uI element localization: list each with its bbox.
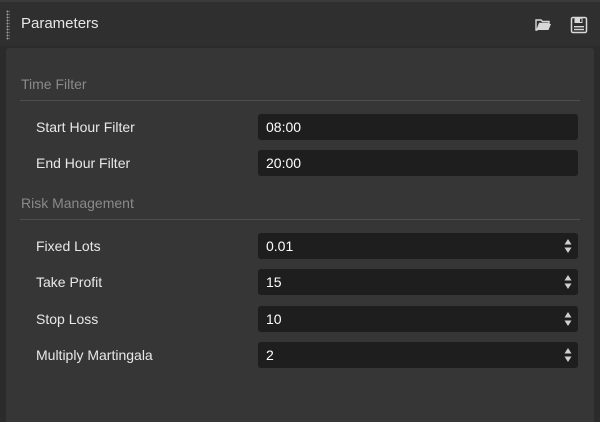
label-end-hour-filter: End Hour Filter — [36, 155, 131, 171]
spinner-arrows-icon[interactable] — [564, 311, 572, 327]
end-hour-filter-input[interactable]: 20:00 — [258, 150, 578, 176]
spinner-arrows-icon[interactable] — [564, 238, 572, 254]
label-take-profit: Take Profit — [36, 274, 103, 290]
save-icon[interactable] — [570, 16, 588, 34]
fixed-lots-input[interactable]: 0.01 — [258, 233, 578, 259]
label-stop-loss: Stop Loss — [36, 311, 99, 327]
fixed-lots-value: 0.01 — [266, 238, 294, 254]
end-hour-filter-value: 20:00 — [266, 155, 302, 171]
stop-loss-value: 10 — [266, 311, 282, 327]
label-multiply-martingala: Multiply Martingala — [36, 347, 153, 363]
section-divider — [20, 219, 580, 220]
start-hour-filter-value: 08:00 — [266, 119, 302, 135]
drag-grip-icon[interactable] — [6, 10, 10, 40]
folder-open-icon[interactable] — [534, 16, 552, 34]
title-bar: Parameters — [0, 2, 600, 46]
start-hour-filter-input[interactable]: 08:00 — [258, 114, 578, 140]
spinner-arrows-icon[interactable] — [564, 347, 572, 363]
window-title: Parameters — [21, 15, 99, 32]
stop-loss-input[interactable]: 10 — [258, 306, 578, 332]
label-fixed-lots: Fixed Lots — [36, 238, 101, 254]
take-profit-value: 15 — [266, 274, 282, 290]
multiply-martingala-value: 2 — [266, 347, 274, 363]
section-divider — [20, 100, 580, 101]
multiply-martingala-input[interactable]: 2 — [258, 342, 578, 368]
spinner-arrows-icon[interactable] — [564, 274, 572, 290]
parameters-window: Parameters Time Filter Start Hour Filter… — [0, 0, 600, 422]
take-profit-input[interactable]: 15 — [258, 269, 578, 295]
section-title-time-filter: Time Filter — [21, 76, 87, 92]
section-title-risk-management: Risk Management — [21, 195, 134, 211]
parameters-panel: Time Filter Start Hour Filter 08:00 End … — [6, 48, 594, 422]
label-start-hour-filter: Start Hour Filter — [36, 119, 135, 135]
